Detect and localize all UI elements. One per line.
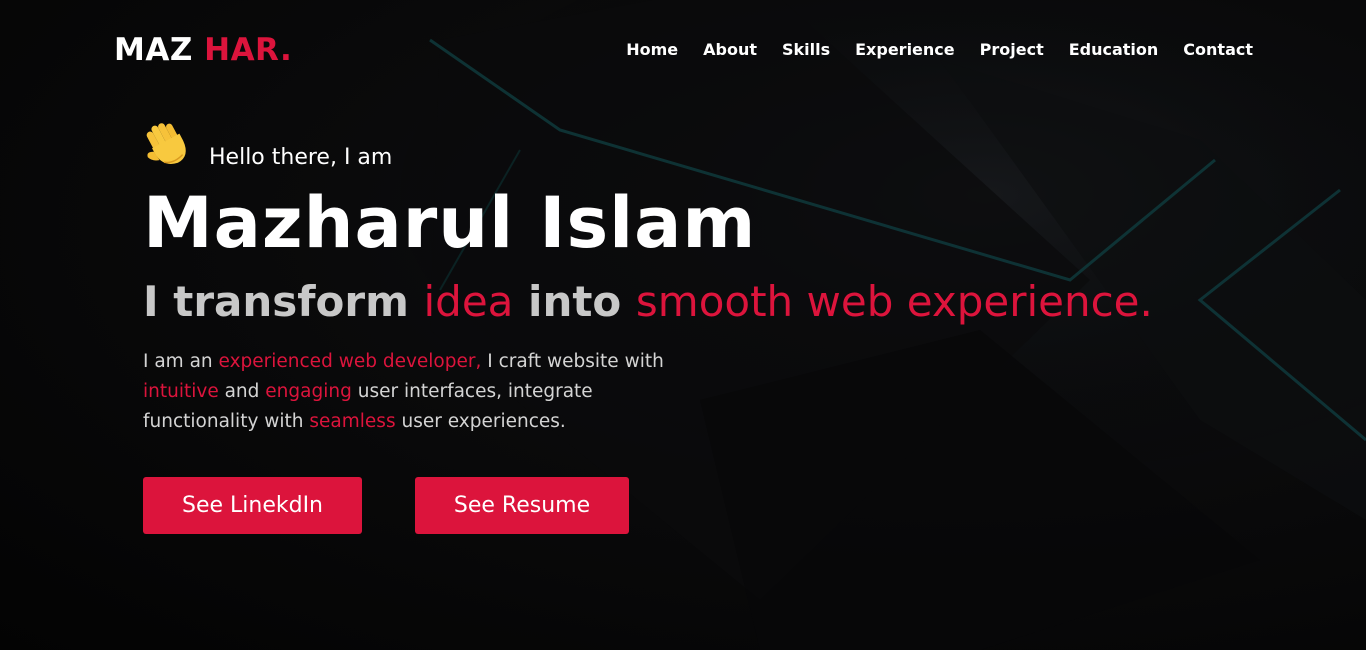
tagline-part-2: idea [423,277,514,326]
hero-name: Mazharul Islam [143,182,757,264]
nav-links: Home About Skills Experience Project Edu… [626,38,1253,62]
see-linkedin-button[interactable]: See LinekdIn [143,477,362,534]
greeting-text: Hello there, I am [209,145,393,170]
greeting-row: Hello there, I am [143,118,1143,176]
desc-text-5: user experiences. [395,411,566,432]
tagline-part-4: smooth web experience. [635,277,1153,326]
desc-highlight-1: experienced web developer, [218,351,482,372]
nav-item-contact[interactable]: Contact [1183,38,1253,62]
nav-item-project[interactable]: Project [980,38,1044,62]
desc-text-2: I craft website with [481,351,664,372]
logo[interactable]: MAZ HAR. [114,31,292,69]
logo-second: HAR. [204,32,293,68]
nav-item-skills[interactable]: Skills [782,38,830,62]
see-resume-button[interactable]: See Resume [415,477,629,534]
desc-text-1: I am an [143,351,219,372]
desc-highlight-4: seamless [309,411,396,432]
nav-item-about[interactable]: About [703,38,757,62]
tagline-part-3: into [513,277,636,326]
hero-tagline: I transform idea into smooth web experie… [143,275,1153,329]
page: MAZ HAR. Home About Skills Experience Pr… [0,0,1366,650]
logo-first: MAZ [114,32,193,68]
nav-item-home[interactable]: Home [626,38,678,62]
waving-hand-icon [146,123,186,164]
tagline-part-1: I transform [143,277,424,326]
nav-item-experience[interactable]: Experience [855,38,955,62]
desc-text-3: and [218,381,266,402]
hero-description: I am an experienced web developer, I cra… [143,347,683,437]
desc-highlight-3: engaging [265,381,352,402]
nav-item-education[interactable]: Education [1069,38,1159,62]
desc-highlight-2: intuitive [143,381,219,402]
hero-section: Hello there, I am Mazharul Islam I trans… [143,118,1153,534]
navbar: MAZ HAR. Home About Skills Experience Pr… [0,0,1366,100]
